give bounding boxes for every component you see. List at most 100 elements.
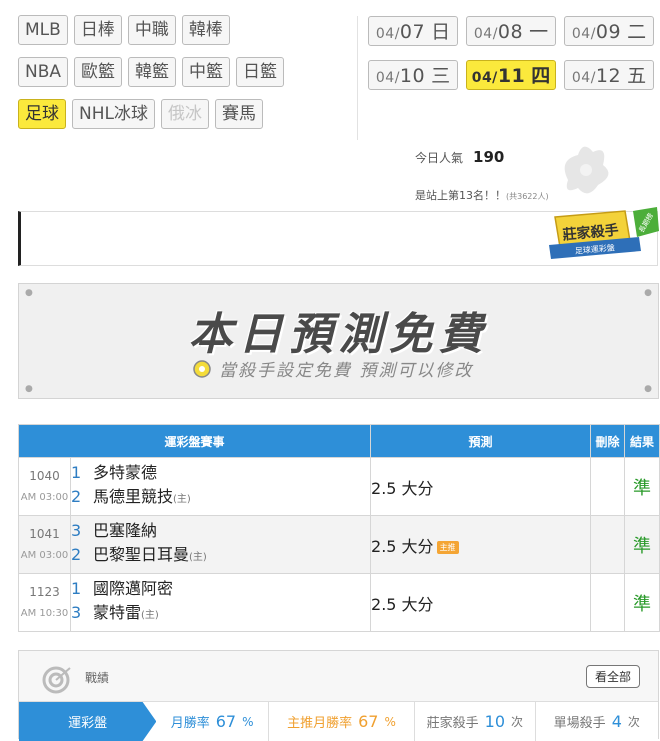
header-prediction: 預測 xyxy=(370,424,592,458)
home-mark: (主) xyxy=(189,552,207,563)
date-label: 04/12 xyxy=(571,65,622,87)
team-home[interactable]: 3 蒙特雷(主) xyxy=(71,601,370,628)
table-row: 1041 AM 03:00 3 巴塞隆納 2 巴黎聖日耳曼(主) 2.5 大分 主推 準 xyxy=(18,515,660,574)
sport-tab-kbo[interactable]: 韓棒 xyxy=(181,15,230,45)
rivet-icon: ● xyxy=(644,384,652,394)
sport-tab-euro-basketball[interactable]: 歐籃 xyxy=(74,57,123,87)
game-number: 1041 xyxy=(29,526,60,541)
popularity-stat: 今日人氣 190 xyxy=(415,148,504,166)
sport-tab-horse-racing[interactable]: 賽馬 xyxy=(214,99,263,129)
tab-sports-lottery[interactable]: 運彩盤 xyxy=(19,702,157,741)
rivet-icon: ● xyxy=(25,288,33,298)
game-number-cell: 1123 AM 10:30 xyxy=(18,573,71,632)
sports-category-tabs: MLB 日棒 中職 韓棒 NBA 歐籃 韓籃 中籃 日籃 足球 NHL冰球 俄冰… xyxy=(18,15,338,141)
prediction-value: 2.5 大分 xyxy=(371,536,434,556)
record-header: 戰績 看全部 xyxy=(19,651,658,701)
banner-title: 本日預測免費 xyxy=(188,309,489,360)
header-divider xyxy=(357,16,358,140)
team-away[interactable]: 1 多特蒙德 xyxy=(71,461,370,485)
sport-tab-korea-basketball[interactable]: 韓籃 xyxy=(128,57,177,87)
splash-decoration-icon xyxy=(564,146,609,194)
date-label: 04/07 xyxy=(375,21,426,43)
teams-cell: 1 國際邁阿密 3 蒙特雷(主) xyxy=(69,573,372,632)
date-button-0407[interactable]: 04/07 日 xyxy=(368,16,458,46)
team-name: 巴黎聖日耳曼 xyxy=(93,545,190,564)
stat-label: 主推月勝率 xyxy=(287,716,353,731)
date-button-0408[interactable]: 04/08 一 xyxy=(466,16,556,46)
game-number-cell: 1041 AM 03:00 xyxy=(18,515,71,574)
stat-value: 67 xyxy=(358,712,379,731)
bookmaker-killer-badge[interactable]: 莊家殺手 足球運彩盤 長期榜 xyxy=(545,207,660,269)
popularity-label: 今日人氣 xyxy=(415,151,464,165)
featured-pick-badge: 主推 xyxy=(436,540,459,554)
team-number: 3 xyxy=(71,521,82,540)
rivet-icon: ● xyxy=(644,288,652,298)
date-label: 04/11 xyxy=(471,65,526,87)
bulb-icon xyxy=(193,359,211,378)
sport-tab-soccer[interactable]: 足球 xyxy=(18,99,66,129)
home-mark: (主) xyxy=(173,494,191,505)
team-home[interactable]: 2 馬德里競技(主) xyxy=(71,485,370,512)
teams-cell: 3 巴塞隆納 2 巴黎聖日耳曼(主) xyxy=(69,515,372,574)
sport-tab-china-basketball[interactable]: 中籃 xyxy=(182,57,231,87)
table-row: 1123 AM 10:30 1 國際邁阿密 3 蒙特雷(主) 2.5 大分 準 xyxy=(18,573,660,632)
game-number: 1123 xyxy=(29,584,60,599)
view-all-button[interactable]: 看全部 xyxy=(585,665,640,688)
banner-subtitle: 當殺手設定免費 預測可以修改 xyxy=(219,361,474,381)
date-button-0410[interactable]: 04/10 三 xyxy=(368,60,458,90)
team-number: 2 xyxy=(71,487,82,506)
weekday-label: 三 xyxy=(431,65,451,87)
team-name: 多特蒙德 xyxy=(93,463,158,482)
games-table: 運彩盤賽事 預測 刪除 結果 1040 AM 03:00 1 多特蒙德 2 馬德里競技… xyxy=(17,424,660,632)
team-home[interactable]: 2 巴黎聖日耳曼(主) xyxy=(71,543,370,570)
date-selector: 04/07 日 04/08 一 04/09 二 04/10 三 04/11 四 04/12… xyxy=(368,16,660,104)
stat-unit: % xyxy=(242,714,254,729)
stat-monthly-win-rate: 月勝率 67% xyxy=(156,702,269,741)
stat-unit: % xyxy=(384,714,396,729)
stat-unit: 次 xyxy=(627,715,640,729)
team-away[interactable]: 3 巴塞隆納 xyxy=(71,519,370,543)
header-result: 結果 xyxy=(624,424,660,458)
banner-subtitle-row: 當殺手設定免費 預測可以修改 xyxy=(191,356,473,381)
result-cell: 準 xyxy=(624,515,660,574)
home-mark: (主) xyxy=(141,610,159,621)
sport-tab-japan-basketball[interactable]: 日籃 xyxy=(236,57,285,87)
table-row: 1040 AM 03:00 1 多特蒙德 2 馬德里競技(主) 2.5 大分 準 xyxy=(18,457,660,516)
date-label: 04/10 xyxy=(375,65,426,87)
weekday-label: 二 xyxy=(627,21,647,43)
sport-tab-npb[interactable]: 日棒 xyxy=(73,15,122,45)
teams-cell: 1 多特蒙德 2 馬德里競技(主) xyxy=(69,457,372,516)
weekday-label: 四 xyxy=(531,65,551,87)
free-prediction-banner: ● ● ● ● 本日預測免費 當殺手設定免費 預測可以修改 xyxy=(18,283,659,399)
date-button-0411[interactable]: 04/11 四 xyxy=(466,60,556,90)
record-panel: 戰績 看全部 運彩盤 月勝率 67% 主推月勝率 67% 莊家殺手 10 次 單場殺手 4… xyxy=(18,650,659,741)
record-stats-bar: 運彩盤 月勝率 67% 主推月勝率 67% 莊家殺手 10 次 單場殺手 4 次 xyxy=(19,701,658,741)
prediction-cell: 2.5 大分 xyxy=(370,457,592,516)
delete-cell xyxy=(590,457,626,516)
team-number: 1 xyxy=(71,463,82,482)
sport-tab-cpbl[interactable]: 中職 xyxy=(127,15,176,45)
game-time: AM 10:30 xyxy=(20,607,69,619)
record-title: 戰績 xyxy=(85,671,110,685)
weekday-label: 五 xyxy=(627,65,647,87)
prediction-cell: 2.5 大分 xyxy=(370,573,592,632)
team-name: 蒙特雷 xyxy=(93,603,142,622)
sport-tab-mlb[interactable]: MLB xyxy=(18,15,68,45)
sport-tab-russia-hockey: 俄冰 xyxy=(160,99,209,129)
sport-tab-nba[interactable]: NBA xyxy=(18,57,69,87)
table-header-row: 運彩盤賽事 預測 刪除 結果 xyxy=(17,424,660,458)
date-button-0409[interactable]: 04/09 二 xyxy=(564,16,654,46)
stat-value: 10 xyxy=(484,712,506,731)
game-number-cell: 1040 AM 03:00 xyxy=(18,457,71,516)
stat-unit: 次 xyxy=(511,715,524,729)
popularity-count: 190 xyxy=(473,148,505,166)
team-away[interactable]: 1 國際邁阿密 xyxy=(71,577,370,601)
stat-value: 4 xyxy=(611,712,622,731)
stat-single-game-killer: 單場殺手 4 次 xyxy=(536,702,658,741)
sport-tab-nhl[interactable]: NHL冰球 xyxy=(72,99,155,129)
game-time: AM 03:00 xyxy=(20,549,69,561)
prediction-cell: 2.5 大分 主推 xyxy=(370,515,592,574)
date-button-0412[interactable]: 04/12 五 xyxy=(564,60,654,90)
team-name: 國際邁阿密 xyxy=(93,579,174,598)
stat-label: 莊家殺手 xyxy=(426,716,479,731)
